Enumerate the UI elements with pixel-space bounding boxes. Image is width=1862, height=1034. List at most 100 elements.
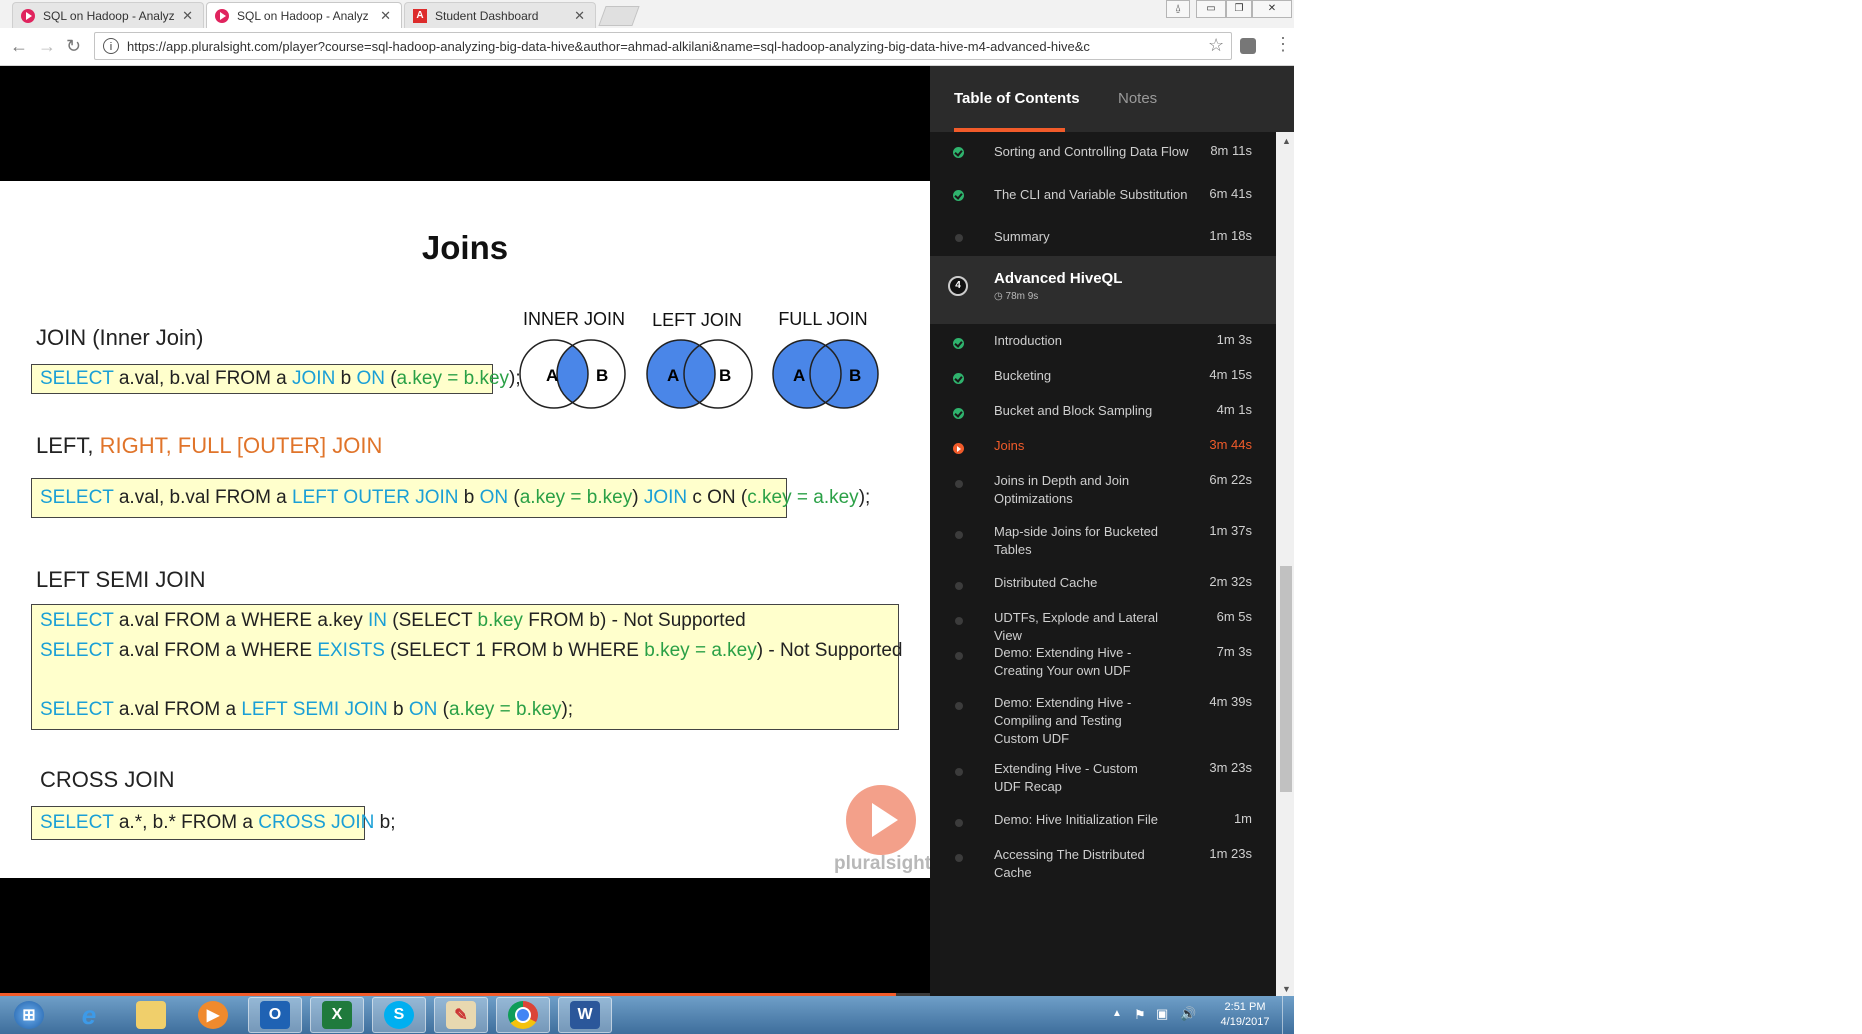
toc-item-duration: 1m 18s	[1209, 228, 1252, 243]
toc-item[interactable]: Bucketing 4m 15s	[930, 359, 1276, 394]
sql-keyword: JOIN	[292, 368, 336, 389]
back-icon[interactable]: ←	[10, 36, 28, 57]
internet-explorer-icon[interactable]: e	[62, 997, 116, 1033]
venn-full-join: A B	[772, 339, 879, 409]
now-playing-icon	[953, 443, 964, 454]
completed-check-icon	[953, 147, 964, 158]
volume-icon[interactable]: 🔊	[1180, 1006, 1196, 1022]
tab-title: SQL on Hadoop - Analyz	[43, 8, 175, 23]
sql-keyword: SELECT	[40, 368, 114, 389]
network-icon[interactable]: ▣	[1156, 1006, 1168, 1022]
browser-tab-1[interactable]: SQL on Hadoop - Analyz ✕	[12, 2, 204, 28]
sql-text: a.val, b.val FROM a	[113, 368, 293, 389]
sql-text: b	[387, 699, 409, 720]
scroll-up-icon[interactable]: ▲	[1282, 136, 1291, 146]
toc-item-duration: 4m 39s	[1209, 694, 1252, 709]
toc-item-duration: 1m 3s	[1216, 332, 1252, 347]
toc-item-duration: 1m	[1233, 811, 1252, 826]
incomplete-dot-icon	[955, 582, 963, 590]
scroll-down-icon[interactable]: ▼	[1282, 984, 1291, 994]
close-tab-icon[interactable]: ✕	[182, 8, 193, 24]
incomplete-dot-icon	[955, 531, 963, 539]
venn-inner-label: INNER JOIN	[522, 309, 625, 329]
venn-a-text: A	[546, 366, 558, 385]
system-clock[interactable]: 2:51 PM 4/19/2017	[1210, 1000, 1280, 1030]
restore-button[interactable]: ❐	[1226, 0, 1252, 18]
incomplete-dot-icon	[955, 234, 963, 242]
toc-item[interactable]: Distributed Cache 2m 32s	[930, 566, 1276, 601]
toc-item[interactable]: Demo: Extending Hive - Creating Your own…	[930, 636, 1276, 686]
info-icon[interactable]: i	[103, 38, 119, 54]
reload-icon[interactable]: ↻	[66, 36, 81, 57]
toc-item[interactable]: The CLI and Variable Substitution 6m 41s	[930, 175, 1276, 217]
toc-item[interactable]: Accessing The Distributed Cache 1m 23s	[930, 838, 1276, 880]
toc-item[interactable]: Map-side Joins for Bucketed Tables 1m 37s	[930, 515, 1276, 566]
incomplete-dot-icon	[955, 480, 963, 488]
sql-keyword: ON	[356, 368, 385, 389]
scrollbar-thumb[interactable]	[1280, 566, 1292, 792]
toc-item[interactable]: Joins in Depth and Join Optimizations 6m …	[930, 464, 1276, 515]
chrome-icon[interactable]	[496, 997, 550, 1033]
toc-item[interactable]: Demo: Extending Hive - Compiling and Tes…	[930, 686, 1276, 752]
excel-icon[interactable]: X	[310, 997, 364, 1033]
toc-item-duration: 3m 44s	[1209, 437, 1252, 452]
sidebar-scrollbar[interactable]	[1276, 132, 1294, 996]
sql-keyword: IN	[368, 610, 388, 631]
sql-text: b	[458, 487, 480, 508]
toc-item[interactable]: Extending Hive - Custom UDF Recap 3m 23s	[930, 752, 1276, 803]
browser-tab-2[interactable]: SQL on Hadoop - Analyz ✕	[206, 2, 402, 28]
code-line: SELECT a.val FROM a LEFT SEMI JOIN b ON …	[40, 699, 573, 721]
action-center-icon[interactable]: ⚑	[1134, 1007, 1146, 1023]
venn-inner-join: A B	[519, 339, 626, 409]
toc-item[interactable]: Introduction 1m 3s	[930, 324, 1276, 359]
sql-key-expression: a.key = b.key	[448, 699, 562, 720]
new-tab-button[interactable]	[598, 6, 640, 26]
venn-a-text: A	[793, 366, 805, 385]
bookmark-star-icon[interactable]: ☆	[1208, 35, 1224, 56]
show-hidden-icons[interactable]: ▲	[1112, 1008, 1122, 1019]
tab-title: SQL on Hadoop - Analyz	[237, 8, 369, 23]
module-header[interactable]: 4 Advanced HiveQL ◷ 78m 9s	[930, 256, 1276, 324]
sql-keyword: SELECT	[40, 487, 114, 508]
extension-icon[interactable]	[1240, 38, 1256, 54]
tab-notes[interactable]: Notes	[1118, 90, 1157, 107]
paint-icon[interactable]: ✎	[434, 997, 488, 1033]
incomplete-dot-icon	[955, 854, 963, 862]
forward-icon[interactable]: →	[38, 36, 56, 57]
incomplete-dot-icon	[955, 652, 963, 660]
browser-tab-3[interactable]: A Student Dashboard ✕	[404, 2, 596, 28]
tab-table-of-contents[interactable]: Table of Contents	[954, 90, 1080, 107]
module-number-badge: 4	[948, 276, 968, 296]
sql-text: b	[335, 368, 357, 389]
toc-item[interactable]: Joins 3m 44s	[930, 429, 1276, 464]
toc-item[interactable]: Demo: Hive Initialization File 1m	[930, 803, 1276, 838]
venn-b-text: B	[849, 366, 861, 385]
media-player-icon[interactable]: ▶	[186, 997, 240, 1033]
venn-left-label: LEFT JOIN	[652, 310, 742, 330]
url-input[interactable]: i https://app.pluralsight.com/player?cou…	[94, 32, 1232, 60]
toc-item[interactable]: Bucket and Block Sampling 4m 1s	[930, 394, 1276, 429]
close-window-button[interactable]: ✕	[1252, 0, 1292, 18]
file-explorer-icon[interactable]	[124, 997, 178, 1033]
menu-icon[interactable]: ⋮	[1274, 34, 1292, 55]
toc-item[interactable]: Sorting and Controlling Data Flow 8m 11s	[930, 132, 1276, 175]
toc-item[interactable]: UDTFs, Explode and Lateral View 6m 5s	[930, 601, 1276, 643]
windows-start-icon[interactable]: ⊞	[2, 997, 56, 1033]
minimize-button[interactable]: ▭	[1196, 0, 1226, 18]
clock-time: 2:51 PM	[1224, 1001, 1266, 1013]
slide-title: Joins	[421, 229, 509, 266]
toc-item-title: Sorting and Controlling Data Flow	[994, 144, 1189, 159]
profile-icon[interactable]: ⍙	[1166, 0, 1190, 18]
code-line: SELECT a.val FROM a WHERE a.key IN (SELE…	[40, 610, 746, 632]
close-tab-icon[interactable]: ✕	[380, 8, 391, 24]
module-title: Advanced HiveQL	[994, 270, 1123, 287]
outlook-icon[interactable]: O	[248, 997, 302, 1033]
word-icon[interactable]: W	[558, 997, 612, 1033]
skype-icon[interactable]: S	[372, 997, 426, 1033]
toc-item[interactable]: Summary 1m 18s	[930, 217, 1276, 259]
incomplete-dot-icon	[955, 768, 963, 776]
close-tab-icon[interactable]: ✕	[574, 8, 585, 24]
show-desktop-button[interactable]	[1282, 996, 1295, 1034]
sql-text: )	[632, 487, 644, 508]
incomplete-dot-icon	[955, 819, 963, 827]
